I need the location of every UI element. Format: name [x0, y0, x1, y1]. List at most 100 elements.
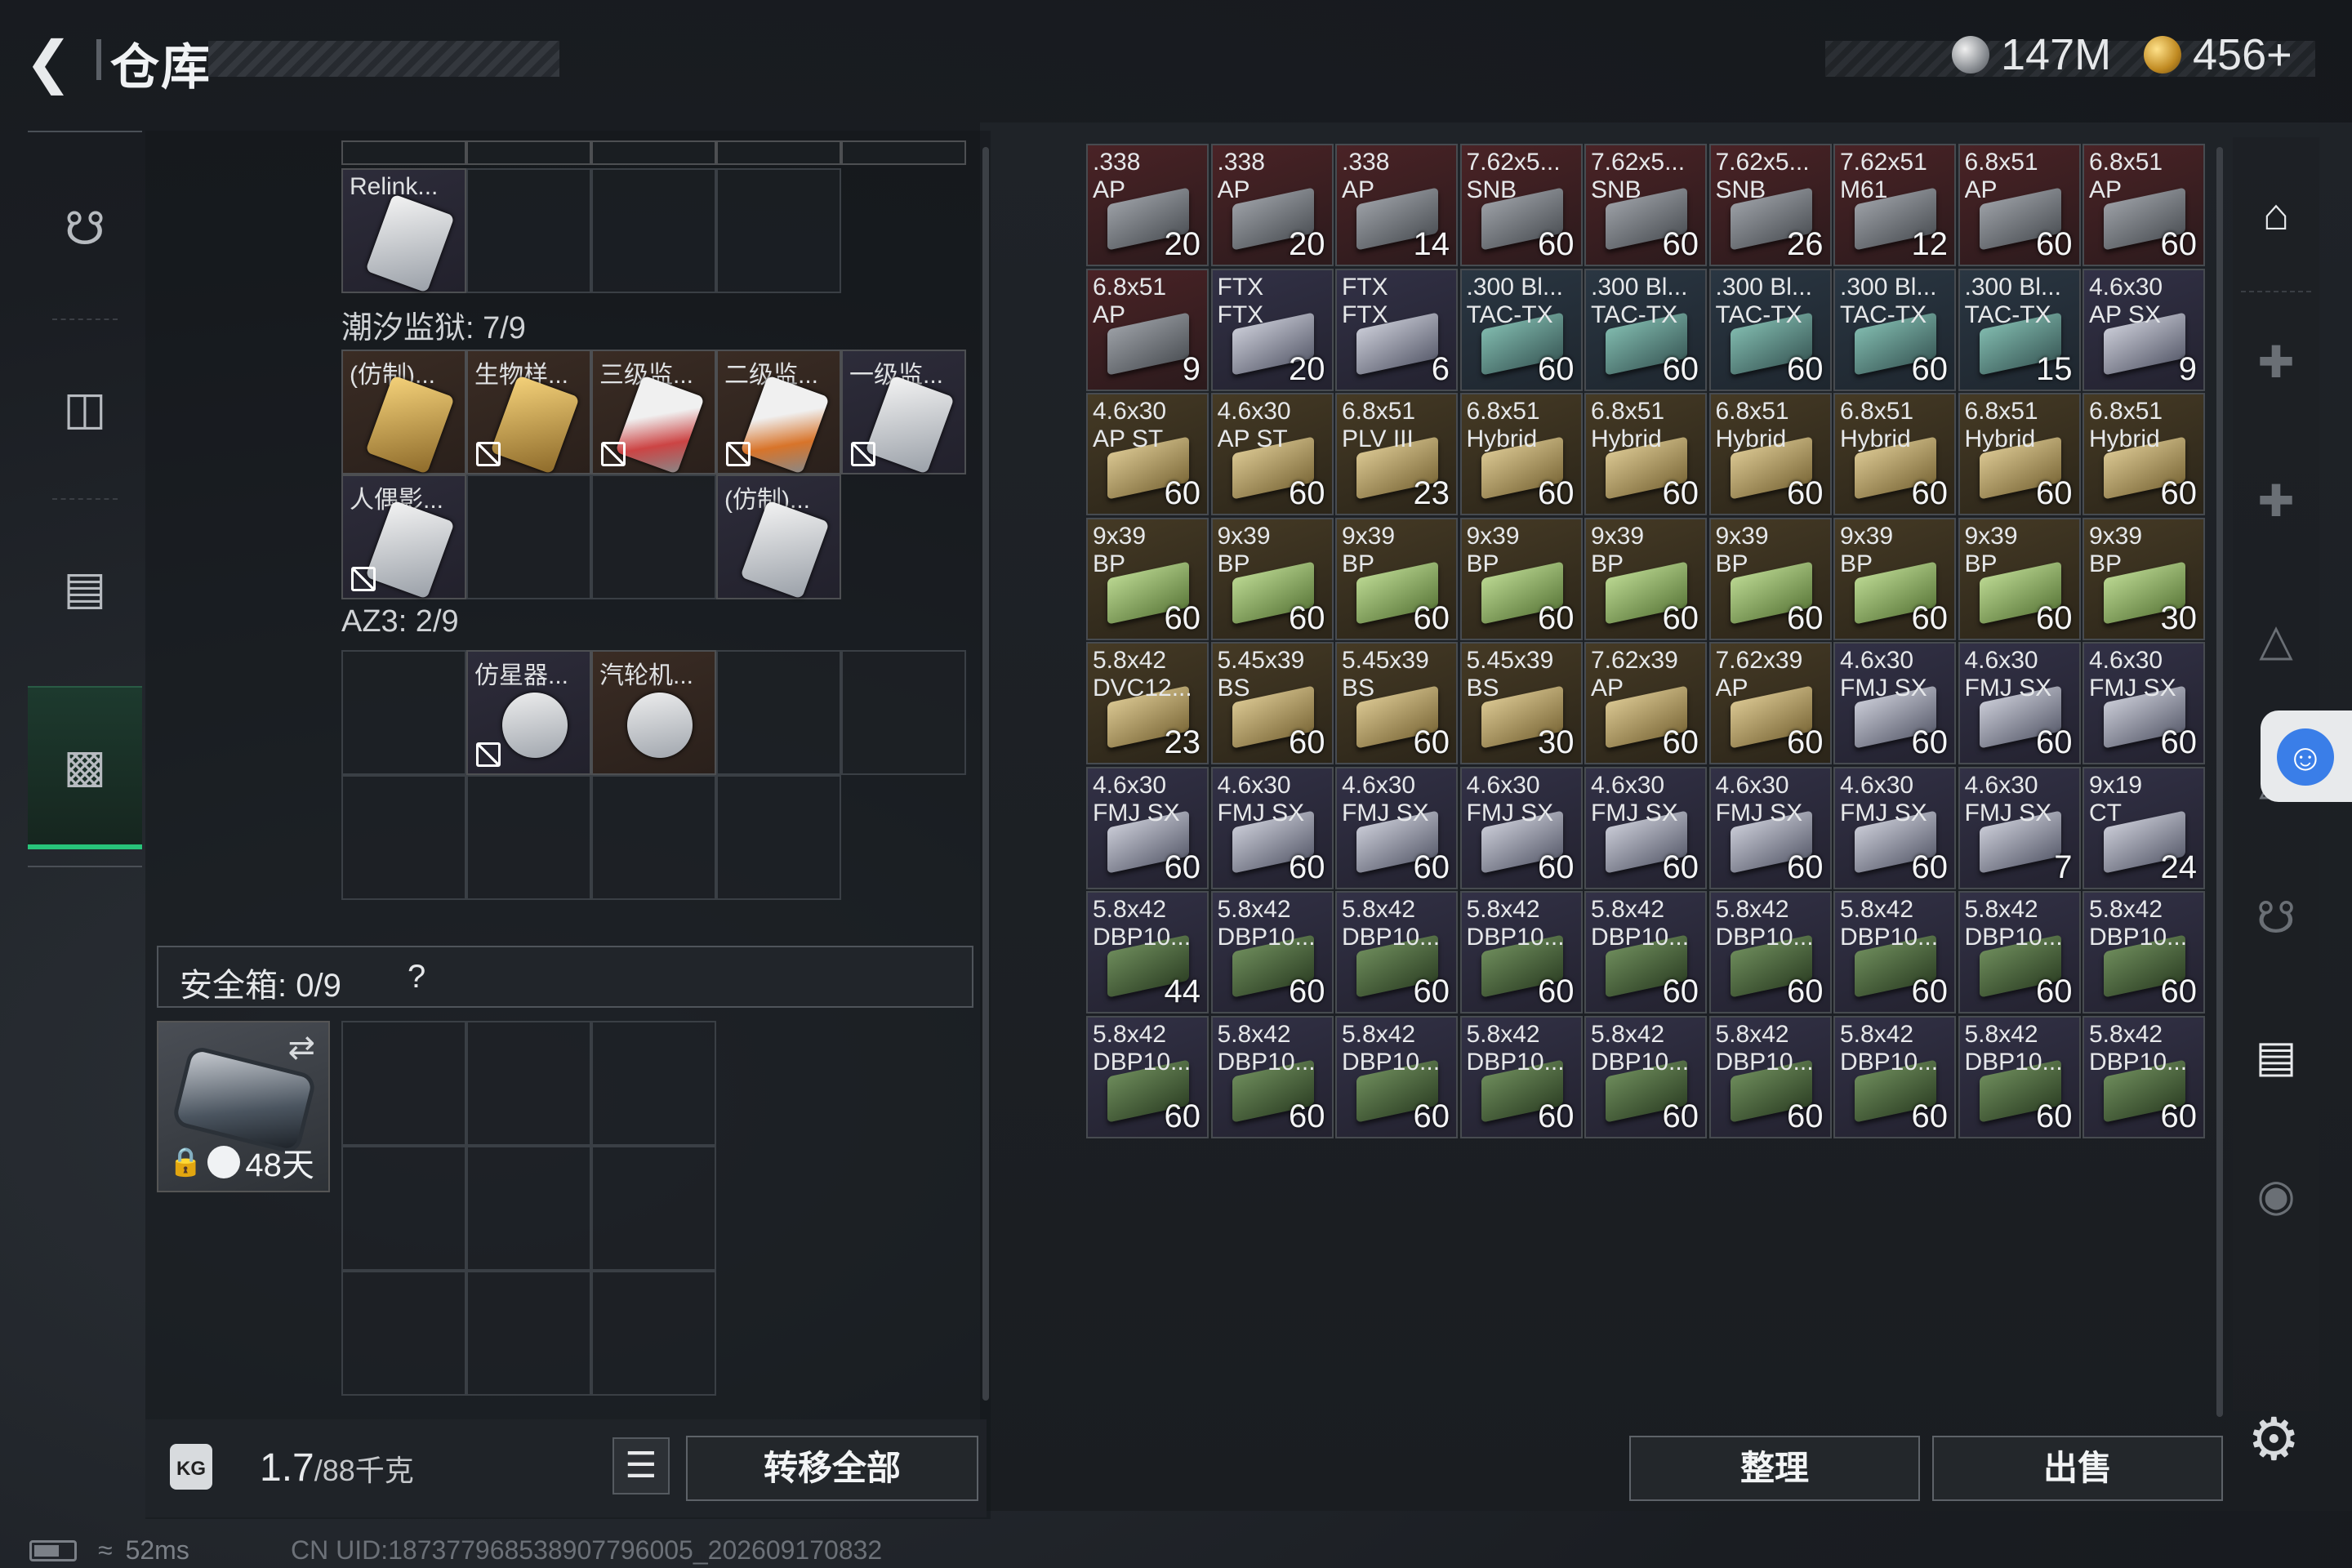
accessibility-button[interactable]: ☺ — [2261, 710, 2352, 802]
ammo-slot[interactable]: 4.6x30 AP ST 60 — [1210, 393, 1334, 515]
ammo-slot[interactable]: 5.8x42 DBP10... 60 — [1708, 1015, 1832, 1138]
ammo-slot[interactable]: 9x39 BP 60 — [1335, 517, 1458, 640]
safebox-case[interactable]: ⇄ 🔒 48天 — [157, 1021, 330, 1192]
ammo-slot[interactable]: 9x39 BP 60 — [1584, 517, 1707, 640]
ammo-slot[interactable]: 5.8x42 DBP10... 60 — [1958, 1015, 2081, 1138]
ammo-slot[interactable]: 4.6x30 FMJ SX 60 — [1584, 766, 1707, 889]
storage-item[interactable]: 人偶影... — [341, 474, 466, 599]
storage-cell-partial[interactable] — [716, 140, 841, 165]
storage-item[interactable]: 二级监... — [716, 350, 841, 474]
storage-empty-cell[interactable] — [591, 474, 716, 599]
ammo-slot[interactable]: 4.6x30 AP ST 60 — [1086, 393, 1209, 515]
ammo-slot[interactable]: 4.6x30 FMJ SX 60 — [1958, 642, 2081, 764]
ammo-slot[interactable]: 6.8x51 Hybrid 60 — [1708, 393, 1832, 515]
ammo-slot[interactable]: 6.8x51 Hybrid 60 — [2082, 393, 2205, 515]
ammo-slot[interactable]: 6.8x51 AP 60 — [1958, 144, 2081, 266]
ammo-slot[interactable]: 5.8x42 DBP10... 60 — [1459, 891, 1583, 1013]
ammo-slot[interactable]: .338 AP 14 — [1335, 144, 1458, 266]
ammo-slot[interactable]: 5.8x42 DBP10... 60 — [1584, 1015, 1707, 1138]
storage-empty-cell[interactable] — [466, 474, 591, 599]
currency-silver[interactable]: 147M — [1952, 29, 2111, 80]
ammo-slot[interactable]: 9x19 CT 24 — [2082, 766, 2205, 889]
safebox-slot[interactable] — [466, 1021, 591, 1146]
storage-empty-cell[interactable] — [716, 650, 841, 775]
ammo-slot[interactable]: 4.6x30 FMJ SX 60 — [2082, 642, 2205, 764]
ammo-slot[interactable]: 6.8x51 Hybrid 60 — [1833, 393, 1956, 515]
ammo-slot[interactable]: 5.8x42 DBP10... 60 — [1335, 891, 1458, 1013]
inventory-scrollbar[interactable] — [2216, 147, 2223, 1417]
ammo-slot[interactable]: 4.6x30 FMJ SX 60 — [1459, 766, 1583, 889]
currency-gold[interactable]: 456+ — [2144, 29, 2292, 80]
ammo-slot[interactable]: 5.45x39 BS 30 — [1459, 642, 1583, 764]
storage-empty-cell[interactable] — [466, 168, 591, 293]
ammo-slot[interactable]: 5.8x42 DBP10... 60 — [1958, 891, 2081, 1013]
ammo-slot[interactable]: 4.6x30 FMJ SX 60 — [1210, 766, 1334, 889]
storage-item[interactable]: (仿制)... — [341, 350, 466, 474]
ammo-slot[interactable]: 6.8x51 PLV III 23 — [1335, 393, 1458, 515]
ammo-slot[interactable]: 5.8x42 DBP10... 60 — [1335, 1015, 1458, 1138]
rail-armor-icon[interactable]: △ — [2233, 570, 2319, 709]
ammo-slot[interactable]: 4.6x30 FMJ SX 7 — [1958, 766, 2081, 889]
ammo-slot[interactable]: 7.62x5... SNB 60 — [1459, 144, 1583, 266]
sell-button[interactable]: 出售 — [1932, 1436, 2223, 1501]
storage-item[interactable]: 仿星器... — [466, 650, 591, 775]
safebox-slot[interactable] — [466, 1271, 591, 1396]
ammo-slot[interactable]: 9x39 BP 60 — [1459, 517, 1583, 640]
storage-cell-partial[interactable] — [466, 140, 591, 165]
rail-weapon-icon[interactable]: ☋ — [2233, 848, 2319, 987]
ammo-slot[interactable]: 9x39 BP 60 — [1833, 517, 1956, 640]
ammo-slot[interactable]: .300 Bl... TAC-TX 60 — [1459, 268, 1583, 391]
storage-item[interactable]: 一级监... — [841, 350, 966, 474]
ammo-slot[interactable]: 5.8x42 DBP10... 60 — [2082, 891, 2205, 1013]
safebox-slot[interactable] — [341, 1146, 466, 1271]
ammo-slot[interactable]: 5.8x42 DBP10... 44 — [1086, 891, 1209, 1013]
ammo-slot[interactable]: .338 AP 20 — [1086, 144, 1209, 266]
ammo-slot[interactable]: 4.6x30 FMJ SX 60 — [1833, 766, 1956, 889]
transfer-all-button[interactable]: 转移全部 — [686, 1436, 978, 1501]
rail-warehouse-icon[interactable]: ⌂ — [2233, 145, 2319, 284]
safebox-slot[interactable] — [591, 1021, 716, 1146]
ammo-slot[interactable]: 5.8x42 DBP10... 60 — [1210, 1015, 1334, 1138]
ammo-slot[interactable]: 5.8x42 DBP10... 60 — [1833, 1015, 1956, 1138]
storage-empty-cell[interactable] — [591, 775, 716, 900]
ammo-slot[interactable]: 5.8x42 DVC12... 23 — [1086, 642, 1209, 764]
storage-item[interactable]: 三级监... — [591, 350, 716, 474]
list-view-icon[interactable]: ☰ — [612, 1437, 670, 1494]
ammo-slot[interactable]: 7.62x51 M61 12 — [1833, 144, 1956, 266]
ammo-slot[interactable]: .300 Bl... TAC-TX 60 — [1833, 268, 1956, 391]
help-icon[interactable]: ? — [408, 959, 425, 996]
rail-medical-icon[interactable]: ✚ — [2233, 431, 2319, 570]
storage-scrollbar[interactable] — [982, 147, 989, 1401]
storage-item[interactable]: 生物样... — [466, 350, 591, 474]
ammo-slot[interactable]: 9x39 BP 60 — [1210, 517, 1334, 640]
storage-cell-partial[interactable] — [591, 140, 716, 165]
ammo-slot[interactable]: 5.8x42 DBP10... 60 — [2082, 1015, 2205, 1138]
ammo-slot[interactable]: 7.62x39 AP 60 — [1584, 642, 1707, 764]
ammo-slot[interactable]: 4.6x30 FMJ SX 60 — [1335, 766, 1458, 889]
ammo-slot[interactable]: 5.8x42 DBP10... 60 — [1708, 891, 1832, 1013]
ammo-slot[interactable]: .300 Bl... TAC-TX 60 — [1584, 268, 1707, 391]
storage-empty-cell[interactable] — [716, 775, 841, 900]
ammo-slot[interactable]: 5.8x42 DBP10... 60 — [1833, 891, 1956, 1013]
ammo-slot[interactable]: 9x39 BP 60 — [1086, 517, 1209, 640]
swap-icon[interactable]: ⇄ — [287, 1029, 315, 1067]
ammo-slot[interactable]: 4.6x30 FMJ SX 60 — [1086, 766, 1209, 889]
storage-item[interactable]: 汽轮机... — [591, 650, 716, 775]
ammo-slot[interactable]: 7.62x5... SNB 26 — [1708, 144, 1832, 266]
storage-empty-cell[interactable] — [591, 168, 716, 293]
ammo-slot[interactable]: 4.6x30 FMJ SX 60 — [1833, 642, 1956, 764]
ammo-slot[interactable]: .300 Bl... TAC-TX 60 — [1708, 268, 1832, 391]
settings-gear-icon[interactable]: ⚙ — [2247, 1405, 2301, 1473]
storage-empty-cell[interactable] — [841, 650, 966, 775]
storage-cell-partial[interactable] — [841, 140, 966, 165]
ammo-slot[interactable]: 9x39 BP 30 — [2082, 517, 2205, 640]
ammo-slot[interactable]: 6.8x51 Hybrid 60 — [1958, 393, 2081, 515]
ammo-slot[interactable]: 5.8x42 DBP10... 60 — [1210, 891, 1334, 1013]
ammo-slot[interactable]: 5.8x42 DBP10... 60 — [1459, 1015, 1583, 1138]
ammo-slot[interactable]: 5.45x39 BS 60 — [1335, 642, 1458, 764]
storage-cell-partial[interactable] — [341, 140, 466, 165]
storage-empty-cell[interactable] — [341, 775, 466, 900]
ammo-slot[interactable]: 5.8x42 DBP10... 60 — [1584, 891, 1707, 1013]
nav-backpack-icon[interactable]: ◫ — [28, 327, 142, 490]
storage-item[interactable]: (仿制)... — [716, 474, 841, 599]
